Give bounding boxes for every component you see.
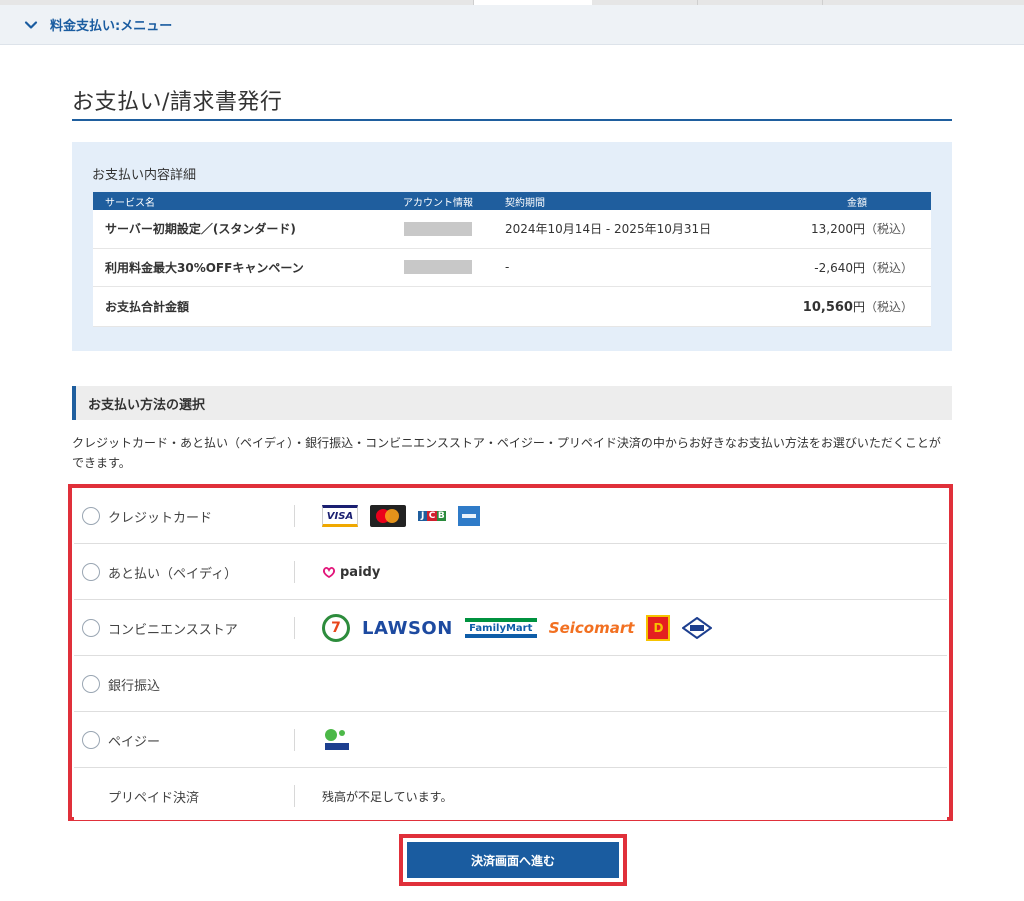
submit-highlight: 決済画面へ進む: [399, 834, 627, 886]
table-header-row: サービス名 アカウント情報 契約期間 金額: [93, 192, 931, 210]
column-header-service: サービス名: [93, 192, 383, 210]
column-header-account: アカウント情報: [383, 192, 493, 210]
paidy-mark-icon: [322, 567, 336, 579]
radio-paidy[interactable]: [82, 563, 100, 581]
lawson-logo-icon: LAWSON: [362, 617, 453, 639]
service-name: 利用料金最大30%OFFキャンペーン: [93, 248, 383, 287]
contract-term: 2024年10月14日 - 2025年10月31日: [493, 210, 783, 249]
column-divider: [294, 505, 295, 527]
row-divider: [74, 599, 947, 600]
column-divider: [294, 729, 295, 751]
chevron-down-icon: [24, 20, 38, 29]
table-row: サーバー初期設定／(スタンダード) 2024年10月14日 - 2025年10月…: [93, 210, 931, 249]
pay-easy-logo-icon: [325, 729, 349, 750]
payment-method-description: クレジットカード・あと払い（ペイディ）・銀行振込・コンビニエンスストア・ペイジー…: [72, 436, 941, 470]
method-label: ペイジー: [108, 734, 161, 750]
familymart-logo-icon: FamilyMart: [464, 618, 537, 638]
method-option-paidy[interactable]: あと払い（ペイディ） paidy: [74, 548, 947, 596]
table-row: 利用料金最大30%OFFキャンペーン - -2,640円（税込）: [93, 248, 931, 287]
column-divider: [294, 617, 295, 639]
seven-eleven-logo-icon: 7: [322, 614, 350, 642]
tax-label: （税込）: [864, 222, 913, 237]
total-amount-cell: 10,560円（税込）: [783, 286, 931, 327]
card-brand-logos: VISA J C B: [322, 505, 492, 527]
amex-logo-icon: [458, 506, 480, 526]
total-amount: 10,560: [802, 299, 853, 315]
account-info: [383, 210, 493, 249]
tax-label: （税込）: [864, 299, 913, 314]
total-unit: 円: [852, 299, 865, 314]
payment-method-heading: お支払い方法の選択: [72, 386, 952, 420]
payment-menu-toggle[interactable]: 料金支払い:メニュー: [0, 5, 1024, 45]
radio-credit-card[interactable]: [82, 507, 100, 525]
row-divider: [74, 767, 947, 768]
column-divider: [294, 785, 295, 807]
row-divider: [74, 711, 947, 712]
payment-detail-panel: お支払い内容詳細 サービス名 アカウント情報 契約期間 金額 サーバー初期設定／…: [72, 142, 952, 351]
method-option-bank-transfer[interactable]: 銀行振込: [74, 660, 947, 708]
title-underline: [72, 119, 952, 121]
paidy-logo: paidy: [322, 565, 380, 580]
radio-pay-easy[interactable]: [82, 731, 100, 749]
daily-yamazaki-logo-icon: D: [646, 615, 671, 641]
mastercard-logo-icon: [370, 505, 406, 527]
visa-logo-icon: VISA: [322, 505, 358, 527]
amount-value: 13,200円: [810, 222, 865, 237]
method-label: クレジットカード: [108, 510, 213, 526]
row-divider: [74, 655, 947, 656]
amount-cell: 13,200円（税込）: [783, 210, 931, 249]
account-info: [383, 248, 493, 287]
method-option-convenience-store[interactable]: コンビニエンスストア 7 LAWSON FamilyMart Seicomart…: [74, 604, 947, 652]
page-title: お支払い/請求書発行: [72, 90, 283, 115]
payment-method-list: クレジットカード VISA J C B あと払い（ペイディ） paidy コンビ…: [68, 484, 953, 821]
column-header-amount: 金額: [783, 192, 931, 210]
proceed-to-payment-button[interactable]: 決済画面へ進む: [407, 842, 619, 878]
menu-title: 料金支払い:メニュー: [50, 19, 173, 34]
ministop-logo-icon: [682, 617, 713, 639]
paidy-wordmark: paidy: [340, 564, 381, 580]
jcb-logo-icon: J C B: [418, 505, 446, 527]
pay-easy-logo: [322, 727, 352, 753]
column-divider: [294, 561, 295, 583]
redacted-account: [404, 260, 472, 275]
total-label: お支払合計金額: [93, 286, 383, 327]
insufficient-balance-note: 残高が不足しています。: [322, 789, 453, 804]
radio-convenience-store[interactable]: [82, 619, 100, 637]
method-label: 銀行振込: [108, 678, 161, 694]
contract-term: -: [493, 248, 783, 287]
service-name: サーバー初期設定／(スタンダード): [93, 210, 383, 249]
row-divider: [74, 543, 947, 544]
detail-heading: お支払い内容詳細: [92, 168, 197, 183]
redacted-account: [404, 222, 472, 236]
total-row: お支払合計金額 10,560円（税込）: [93, 286, 931, 327]
seicomart-logo-icon: Seicomart: [548, 619, 635, 637]
method-label: コンビニエンスストア: [108, 622, 238, 638]
payment-detail-table: サービス名 アカウント情報 契約期間 金額 サーバー初期設定／(スタンダード) …: [93, 192, 931, 327]
radio-bank-transfer[interactable]: [82, 675, 100, 693]
amount-value: -2,640円: [814, 260, 865, 275]
column-header-term: 契約期間: [493, 192, 783, 210]
convenience-store-logos: 7 LAWSON FamilyMart Seicomart D: [322, 614, 724, 642]
method-option-credit-card[interactable]: クレジットカード VISA J C B: [74, 492, 947, 540]
method-label: プリペイド決済: [108, 790, 200, 806]
method-option-prepaid: プリペイド決済 残高が不足しています。: [74, 772, 947, 820]
method-label: あと払い（ペイディ）: [108, 566, 238, 582]
amount-cell: -2,640円（税込）: [783, 248, 931, 287]
tax-label: （税込）: [864, 260, 913, 275]
method-option-pay-easy[interactable]: ペイジー: [74, 716, 947, 764]
